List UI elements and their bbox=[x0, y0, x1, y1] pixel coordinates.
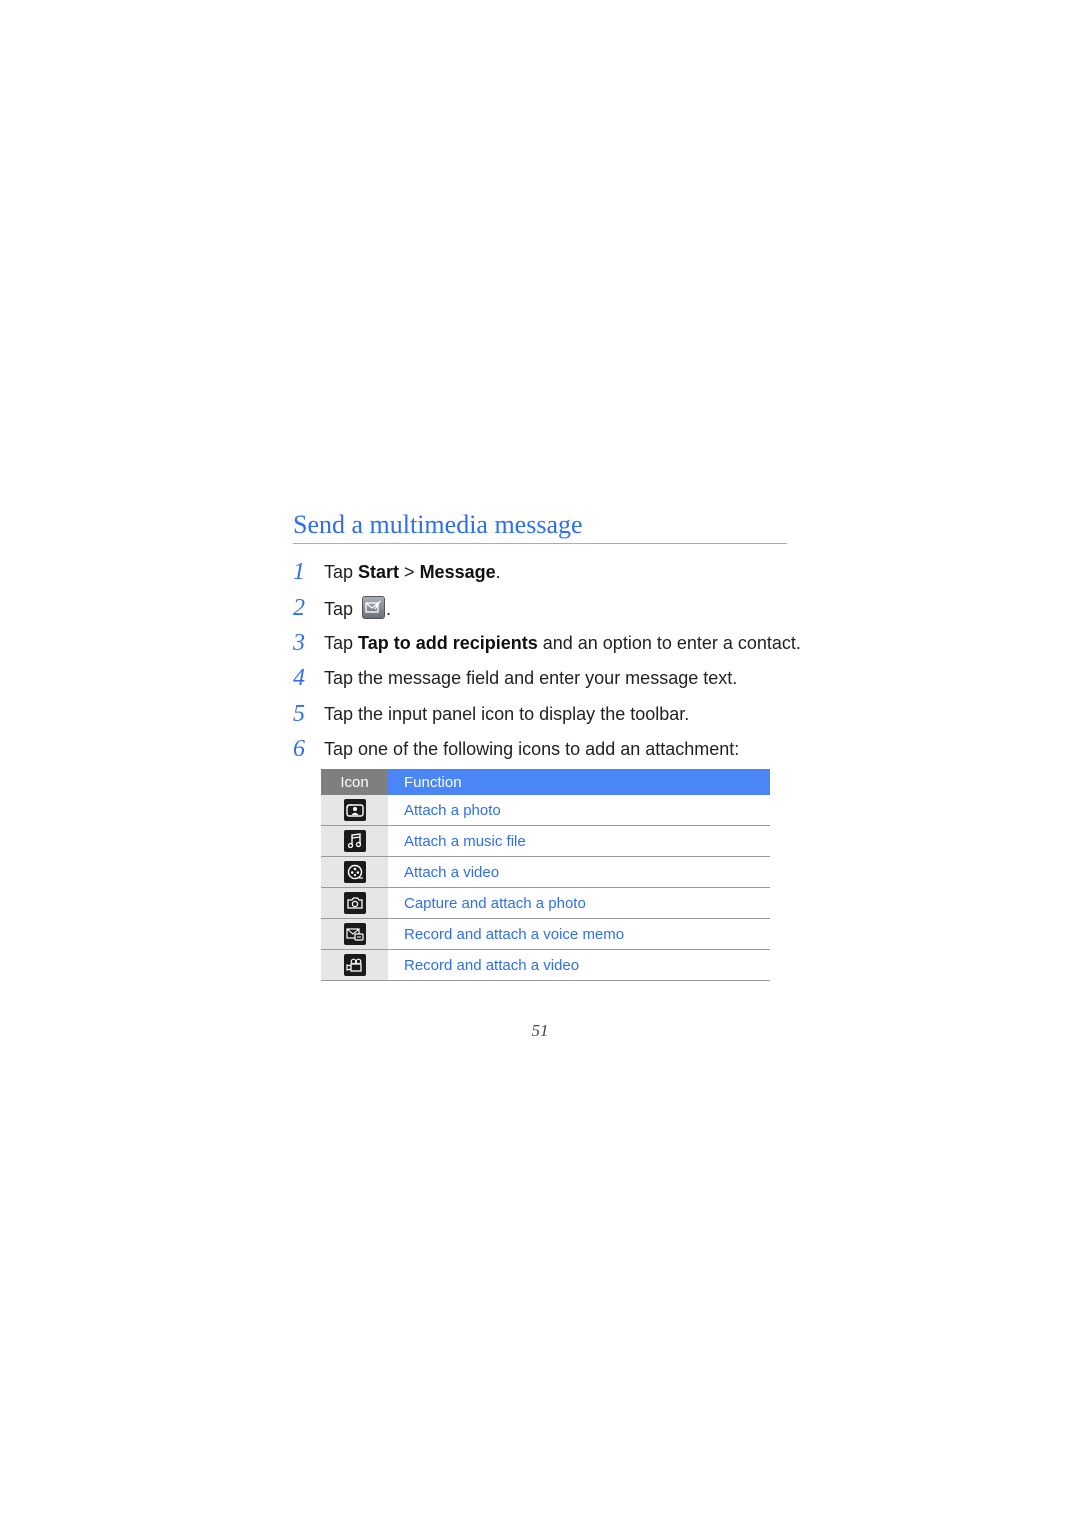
table-header-row: Icon Function bbox=[321, 769, 770, 795]
steps-list: 1 Tap Start > Message. 2 Tap . 3 Tap Tap… bbox=[290, 555, 810, 767]
attach-video-icon bbox=[343, 861, 366, 883]
compose-message-icon bbox=[362, 596, 386, 620]
page-number: 51 bbox=[531, 1021, 549, 1040]
function-cell: Record and attach a video bbox=[388, 949, 770, 981]
step-number: 1 bbox=[293, 559, 305, 586]
icon-cell bbox=[321, 949, 388, 981]
step-number: 3 bbox=[293, 629, 305, 656]
step-text: Tap the message field and enter your mes… bbox=[324, 668, 738, 689]
step-text-part: and an option to enter a contact. bbox=[537, 632, 801, 653]
step-2: 2 Tap . bbox=[290, 590, 810, 625]
step-5: 5 Tap the input panel icon to display th… bbox=[290, 697, 810, 732]
step-text-part: Tap bbox=[324, 562, 359, 583]
table-row: Capture and attach a photo bbox=[321, 887, 770, 919]
step-number: 5 bbox=[293, 700, 305, 727]
step-text: Tap Tap to add recipients and an option … bbox=[324, 633, 801, 654]
icon-cell bbox=[321, 887, 388, 919]
video-camera-icon bbox=[343, 954, 366, 976]
icon-cell bbox=[321, 795, 388, 826]
column-header-icon: Icon bbox=[321, 769, 388, 795]
column-header-function: Function bbox=[388, 769, 770, 795]
step-text-part: > bbox=[399, 562, 420, 583]
icon-cell bbox=[321, 856, 388, 888]
step-text: Tap Start > Message. bbox=[324, 562, 501, 583]
ui-term-message: Message bbox=[419, 562, 496, 583]
step-text-part: . bbox=[386, 599, 392, 620]
table-row: Record and attach a voice memo bbox=[321, 918, 770, 950]
section-title: Send a multimedia message bbox=[293, 510, 583, 539]
step-6: 6 Tap one of the following icons to add … bbox=[290, 732, 810, 767]
function-cell: Attach a photo bbox=[388, 795, 770, 826]
step-number: 4 bbox=[293, 665, 305, 692]
ui-term-start: Start bbox=[358, 562, 400, 583]
step-1: 1 Tap Start > Message. bbox=[290, 555, 810, 590]
voice-memo-icon bbox=[343, 923, 366, 945]
step-text-part: Tap bbox=[324, 632, 359, 653]
table-row: Record and attach a video bbox=[321, 949, 770, 981]
icon-cell bbox=[321, 918, 388, 950]
title-divider bbox=[293, 543, 787, 544]
step-text: Tap . bbox=[324, 596, 391, 620]
step-text: Tap one of the following icons to add an… bbox=[324, 739, 740, 760]
icon-cell bbox=[321, 825, 388, 857]
table-row: Attach a video bbox=[321, 856, 770, 888]
function-cell: Capture and attach a photo bbox=[388, 887, 770, 919]
step-4: 4 Tap the message field and enter your m… bbox=[290, 661, 810, 696]
function-cell: Attach a music file bbox=[388, 825, 770, 857]
step-text: Tap the input panel icon to display the … bbox=[324, 703, 690, 724]
step-number: 2 bbox=[293, 594, 305, 621]
ui-term-add-recipients: Tap to add recipients bbox=[358, 632, 538, 653]
step-3: 3 Tap Tap to add recipients and an optio… bbox=[290, 626, 810, 661]
attach-music-icon bbox=[343, 830, 366, 852]
function-cell: Record and attach a voice memo bbox=[388, 918, 770, 950]
step-number: 6 bbox=[293, 736, 305, 763]
camera-icon bbox=[343, 892, 366, 914]
function-cell: Attach a video bbox=[388, 856, 770, 888]
table-row: Attach a photo bbox=[321, 795, 770, 826]
icon-function-table: Icon Function Attach a photo Attach a mu… bbox=[321, 769, 770, 981]
step-text-part: Tap bbox=[324, 599, 359, 620]
attach-photo-icon bbox=[343, 799, 366, 821]
table-row: Attach a music file bbox=[321, 825, 770, 857]
step-text-part: . bbox=[495, 562, 501, 583]
